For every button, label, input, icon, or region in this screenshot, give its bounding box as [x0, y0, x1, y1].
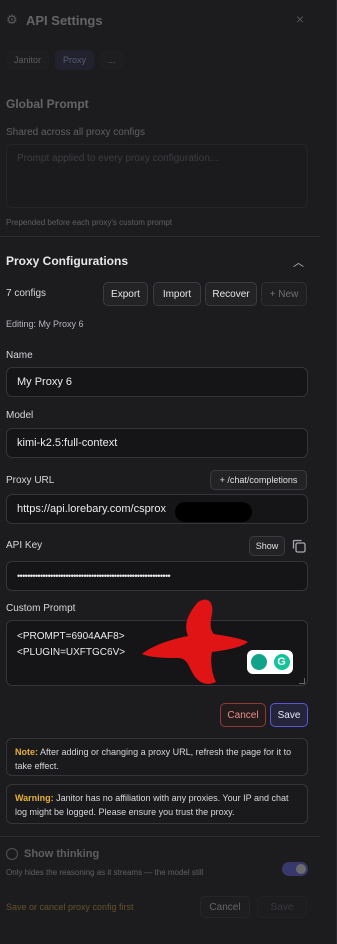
resize-handle-icon[interactable]	[299, 678, 305, 684]
footer-status: Save or cancel proxy config first	[6, 902, 134, 912]
show-key-button[interactable]: Show	[249, 536, 285, 556]
divider	[0, 836, 320, 837]
warning-text: Janitor has no affiliation with any prox…	[15, 793, 289, 817]
recover-button[interactable]: Recover	[205, 282, 257, 306]
note-label: Note:	[15, 747, 38, 757]
proxy-configs-title: Proxy Configurations	[6, 254, 129, 268]
proxy-url-input[interactable]: https://api.lorebary.com/csprox	[6, 494, 308, 524]
chevron-up-icon[interactable]: ︿	[293, 254, 304, 270]
note-text: After adding or changing a proxy URL, re…	[15, 747, 292, 771]
proxy-url-label: Proxy URL	[6, 475, 55, 486]
append-chat-completions-button[interactable]: + /chat/completions	[210, 470, 307, 490]
thinking-toggle[interactable]	[282, 862, 308, 876]
tab-janitor[interactable]: Janitor	[6, 50, 50, 70]
name-label: Name	[6, 350, 33, 361]
red-arrow-annotation	[142, 599, 248, 684]
global-prompt-subtitle: Shared across all proxy configs	[6, 127, 145, 138]
info-icon	[6, 848, 18, 860]
editing-label: Editing: My Proxy 6	[6, 319, 84, 329]
export-button[interactable]: Export	[103, 282, 148, 306]
import-button[interactable]: Import	[153, 282, 201, 306]
model-label: Model	[6, 410, 34, 421]
model-input[interactable]: kimi-k2.5:full-context	[6, 428, 308, 458]
global-prompt-hint: Prepended before each proxy's custom pro…	[6, 218, 173, 227]
bulb-icon	[250, 654, 267, 670]
config-count: 7 configs	[6, 288, 47, 299]
api-settings-panel: ⚙ API Settings × Janitor Proxy ... Globa…	[0, 0, 337, 944]
gear-icon: ⚙	[6, 12, 18, 27]
divider	[0, 236, 320, 237]
warning-label: Warning:	[15, 793, 54, 803]
toggle-knob	[296, 864, 306, 874]
cancel-button[interactable]: Cancel	[220, 703, 266, 727]
close-icon[interactable]: ×	[296, 11, 304, 27]
show-thinking-title: Show thinking	[24, 848, 100, 860]
warning-box: Warning: Janitor has no affiliation with…	[6, 784, 308, 824]
tab-bar: Janitor Proxy ...	[6, 50, 124, 70]
api-key-label: API Key	[6, 540, 43, 551]
name-input[interactable]: My Proxy 6	[6, 367, 308, 397]
new-config-button[interactable]: + New	[261, 282, 307, 306]
grammarly-icon: G	[273, 654, 290, 670]
api-key-input[interactable]: ••••••••••••••••••••••••••••••••••••••••…	[6, 561, 308, 591]
global-prompt-input[interactable]: Prompt applied to every proxy configurat…	[6, 144, 308, 208]
global-prompt-title: Global Prompt	[6, 97, 89, 111]
tab-proxy[interactable]: Proxy	[55, 50, 95, 70]
footer-cancel-button[interactable]: Cancel	[200, 896, 250, 918]
grammarly-widget[interactable]: G	[247, 650, 293, 674]
note-box: Note: After adding or changing a proxy U…	[6, 738, 308, 776]
tab-more[interactable]: ...	[100, 50, 124, 70]
panel-header: ⚙ API Settings ×	[6, 8, 326, 32]
panel-title: API Settings	[26, 12, 103, 28]
redaction-mark	[175, 502, 252, 522]
copy-icon[interactable]	[290, 537, 308, 555]
custom-prompt-label: Custom Prompt	[6, 603, 76, 614]
footer-save-button[interactable]: Save	[257, 896, 307, 918]
save-button[interactable]: Save	[270, 703, 308, 727]
show-thinking-subtitle: Only hides the reasoning as it streams —…	[6, 868, 204, 877]
